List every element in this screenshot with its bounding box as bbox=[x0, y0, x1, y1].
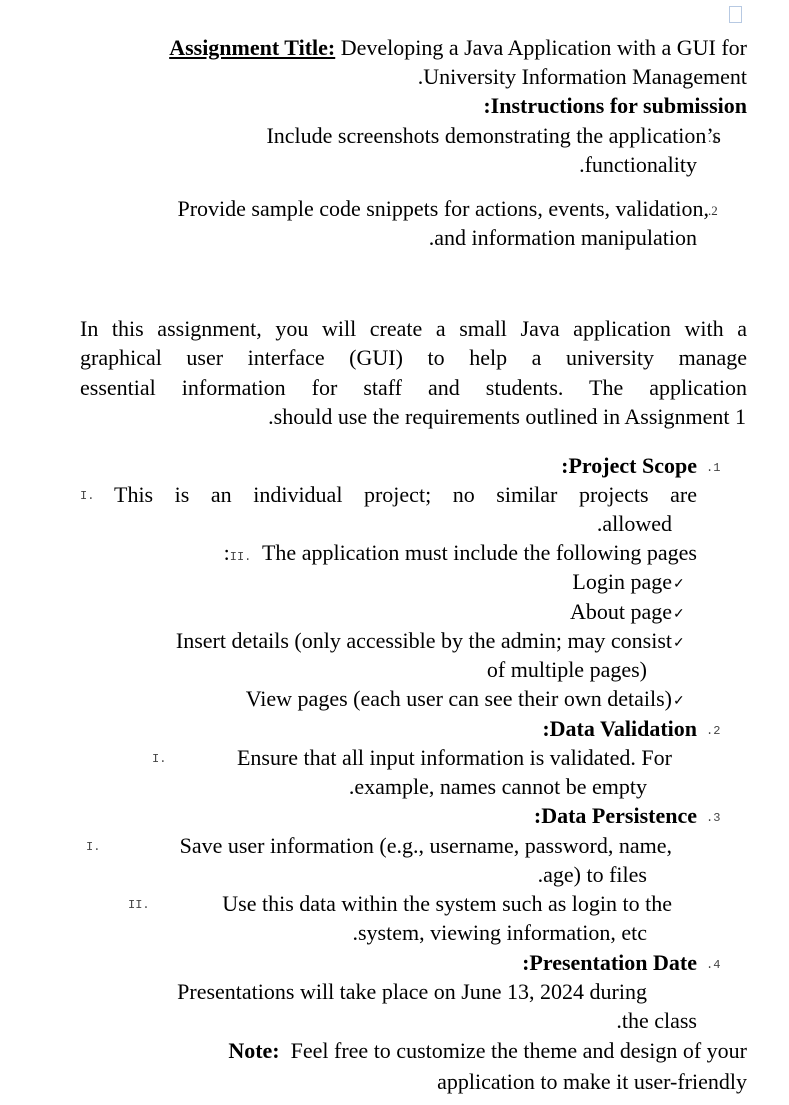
project-scope-item-1-marker: I. bbox=[80, 489, 95, 503]
anchor-placeholder-icon bbox=[729, 6, 742, 23]
data-persistence-heading: :Data Persistence bbox=[533, 803, 697, 828]
instruction-2-number: .2 bbox=[708, 203, 718, 218]
project-scope-item-2-marker: II. bbox=[229, 550, 252, 564]
instruction-1-number: .1 bbox=[708, 130, 718, 145]
assignment-title-line-1: Assignment Title: Developing a Java Appl… bbox=[169, 37, 747, 59]
presentation-date-heading: :Presentation Date bbox=[522, 950, 697, 975]
note-text-1: Feel free to customize the theme and des… bbox=[279, 1038, 747, 1063]
page-item-insert-details-line-1: Insert details (only accessible by the a… bbox=[175, 628, 672, 653]
project-scope-item-1-line-1: This is an individual project; no simila… bbox=[114, 482, 697, 507]
data-persistence-number: .3 bbox=[706, 811, 721, 825]
data-persistence-item-2-line-2: .system, viewing information, etc bbox=[352, 920, 648, 945]
data-validation-item-1-marker: I. bbox=[152, 752, 167, 766]
check-icon: ✓ bbox=[673, 607, 685, 622]
data-validation-heading: :Data Validation bbox=[542, 716, 697, 741]
note-line-2: application to make it user-friendly bbox=[437, 1069, 747, 1094]
instruction-1-line-2: .functionality bbox=[579, 152, 697, 177]
note-label: Note: bbox=[228, 1038, 280, 1063]
data-validation-item-1-line-2: .example, names cannot be empty bbox=[348, 774, 647, 799]
note-line-1: Note: Feel free to customize the theme a… bbox=[228, 1040, 747, 1062]
check-icon: ✓ bbox=[673, 577, 685, 592]
presentation-date-number: .4 bbox=[706, 958, 721, 972]
page-item-login: Login page bbox=[572, 569, 672, 594]
page-item-insert-details-line-2: of multiple pages) bbox=[486, 657, 647, 682]
check-icon: ✓ bbox=[673, 694, 685, 709]
data-persistence-item-2-line-1: Use this data within the system such as … bbox=[222, 891, 672, 916]
instruction-2-line-1: Provide sample code snippets for actions… bbox=[177, 196, 709, 221]
check-icon: ✓ bbox=[673, 636, 685, 651]
assignment-title-text: Developing a Java Application with a GUI… bbox=[335, 35, 747, 60]
data-persistence-item-1-marker: I. bbox=[86, 840, 101, 854]
data-persistence-item-1-line-1: Save user information (e.g., username, p… bbox=[179, 833, 672, 858]
assignment-title-line-2: .University Information Management bbox=[417, 64, 747, 89]
instruction-2-line-2: .and information manipulation bbox=[428, 225, 697, 250]
project-scope-item-2-line-1: The application must include the followi… bbox=[261, 540, 697, 565]
instruction-1-line-1: Include screenshots demonstrating the ap… bbox=[266, 123, 721, 148]
project-scope-item-1-line-2: .allowed bbox=[596, 511, 672, 536]
page-item-about: About page bbox=[569, 599, 672, 624]
instructions-heading: :Instructions for submission bbox=[483, 93, 747, 118]
intro-line-3: essential information for staff and stud… bbox=[80, 375, 747, 400]
data-persistence-item-2-marker: II. bbox=[128, 898, 150, 912]
data-validation-item-1-line-1: Ensure that all input information is val… bbox=[236, 745, 672, 770]
page-item-view-pages: View pages (each user can see their own … bbox=[245, 686, 672, 711]
data-validation-number: .2 bbox=[706, 724, 721, 738]
presentation-date-line-2: .the class bbox=[616, 1008, 697, 1033]
intro-line-1: In this assignment, you will create a sm… bbox=[80, 316, 747, 341]
data-persistence-item-1-line-2: .age) to files bbox=[537, 862, 647, 887]
presentation-date-line-1: Presentations will take place on June 13… bbox=[177, 979, 647, 1004]
intro-line-2: graphical user interface (GUI) to help a… bbox=[80, 345, 747, 370]
intro-line-4: .should use the requirements outlined in… bbox=[268, 404, 746, 429]
project-scope-item-2: :II. The application must include the fo… bbox=[223, 540, 697, 565]
project-scope-heading: :Project Scope bbox=[561, 453, 697, 478]
assignment-title-label: Assignment Title: bbox=[169, 35, 336, 60]
project-scope-number: .1 bbox=[706, 461, 721, 475]
